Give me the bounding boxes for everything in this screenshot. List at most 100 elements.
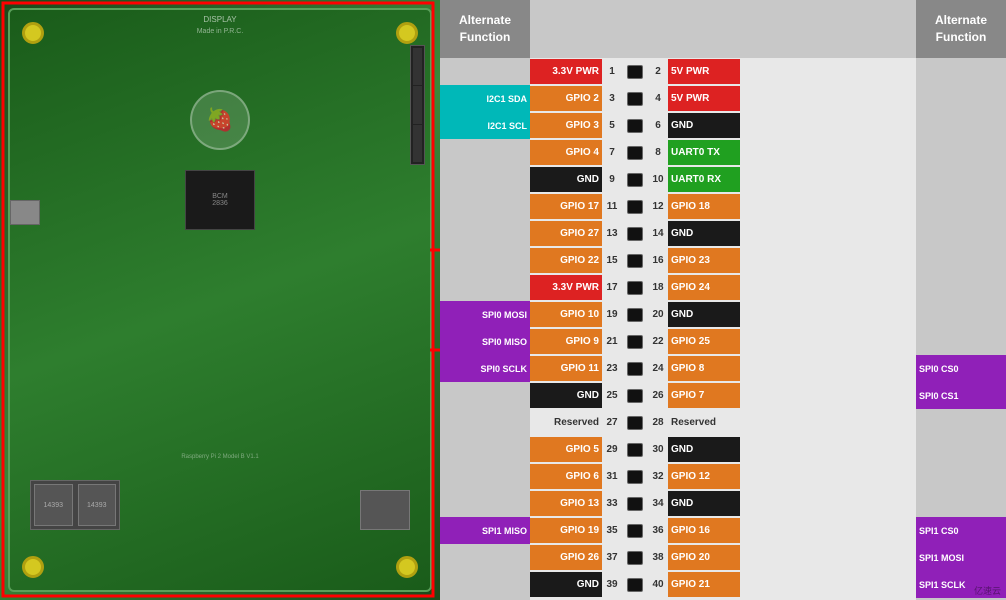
gpio-row: GPIO 2345V PWR [530, 85, 916, 112]
pin-number-left: 37 [603, 552, 621, 563]
gpio-left-label: GPIO 27 [530, 221, 602, 246]
gpio-left-label: GPIO 6 [530, 464, 602, 489]
gpio-main-diagram: 3.3V PWR125V PWRGPIO 2345V PWRGPIO 356GN… [530, 0, 916, 600]
alt-func-left-cell [440, 436, 530, 463]
pin-connector [621, 571, 649, 598]
gpio-row: GPIO 263738GPIO 20 [530, 544, 916, 571]
pin-number-left: 11 [603, 201, 621, 212]
gpio-right-label: GPIO 25 [668, 329, 740, 354]
pin-number-right: 32 [649, 471, 667, 482]
pin-connector [621, 85, 649, 112]
pin-connector [621, 490, 649, 517]
pin-number-right: 10 [649, 174, 667, 185]
pin-number-left: 9 [603, 174, 621, 185]
gpio-row: GPIO 529 30GND [530, 436, 916, 463]
gpio-right-label: GND [668, 302, 740, 327]
gpio-left-label: GPIO 5 [530, 437, 602, 462]
gpio-right-label: 5V PWR [668, 86, 740, 111]
pin-connector [621, 436, 649, 463]
alt-func-left-cell [440, 409, 530, 436]
board-section: DISPLAY Made in P.R.C. 🍓 BCM2836 14393 1… [0, 0, 440, 600]
gpio-left-label: GPIO 19 [530, 518, 602, 543]
alt-func-left-cell [440, 58, 530, 85]
gpio-right-label: GPIO 24 [668, 275, 740, 300]
gpio-right-label: GPIO 21 [668, 572, 740, 597]
pin-number-right: 22 [649, 336, 667, 347]
gpio-left-label: GPIO 26 [530, 545, 602, 570]
pin-connector [621, 544, 649, 571]
alt-func-left-cell: I2C1 SCL [440, 112, 530, 139]
alt-func-left-cell: I2C1 SDA [440, 85, 530, 112]
pin-number-right: 2 [649, 66, 667, 77]
pin-connector [621, 328, 649, 355]
pin-number-right: 30 [649, 444, 667, 455]
gpio-row: GPIO 133334GND [530, 490, 916, 517]
pin-number-right: 40 [649, 579, 667, 590]
pin-number-left: 15 [603, 255, 621, 266]
gpio-right-label: GND [668, 437, 740, 462]
gpio-container: Alternate Function I2C1 SDAI2C1 SCLSPI0 … [440, 0, 1006, 600]
gpio-left-label: GPIO 9 [530, 329, 602, 354]
pin-connector [621, 274, 649, 301]
pin-number-right: 14 [649, 228, 667, 239]
pin-number-right: 16 [649, 255, 667, 266]
watermark: 亿速云 [974, 584, 1001, 597]
alt-func-right-cell [916, 328, 1006, 355]
gpio-left-label: 3.3V PWR [530, 59, 602, 84]
alt-func-left-cell [440, 274, 530, 301]
pin-number-left: 7 [603, 147, 621, 158]
pin-connector [621, 517, 649, 544]
alt-func-left-cell: SPI0 SCLK [440, 355, 530, 382]
alt-func-right-cell [916, 274, 1006, 301]
alt-func-left-cell: SPI0 MOSI [440, 301, 530, 328]
alt-func-right-cell [916, 490, 1006, 517]
pin-number-left: 19 [603, 309, 621, 320]
alt-func-left-column: Alternate Function I2C1 SDAI2C1 SCLSPI0 … [440, 0, 530, 600]
alt-func-right-cell [916, 436, 1006, 463]
pin-number-left: 17 [603, 282, 621, 293]
pin-dot [627, 416, 643, 430]
gpio-left-label: GND [530, 572, 602, 597]
alt-func-left-cell [440, 544, 530, 571]
gpio-row: GND3940GPIO 21 [530, 571, 916, 598]
pin-connector [621, 220, 649, 247]
pin-dot [627, 497, 643, 511]
gpio-row: 3.3V PWR125V PWR [530, 58, 916, 85]
pin-number-left: 21 [603, 336, 621, 347]
pin-connector [621, 112, 649, 139]
pin-number-right: 20 [649, 309, 667, 320]
pin-number-right: 38 [649, 552, 667, 563]
alt-func-right-cell: SPI0 CS1 [916, 382, 1006, 409]
pin-dot [627, 146, 643, 160]
pin-connector [621, 301, 649, 328]
alt-func-left-cell [440, 571, 530, 598]
gpio-left-label: Reserved [530, 410, 602, 435]
gpio-row: GND910UART0 RX [530, 166, 916, 193]
pin-number-left: 13 [603, 228, 621, 239]
gpio-row: GPIO 193536GPIO 16 [530, 517, 916, 544]
gpio-right-label: GPIO 18 [668, 194, 740, 219]
alt-func-right-cell: SPI1 CS0 [916, 517, 1006, 544]
alt-func-right-cell [916, 139, 1006, 166]
alt-func-left-cell [440, 382, 530, 409]
pin-number-right: 4 [649, 93, 667, 104]
gpio-row: Reserved2728Reserved [530, 409, 916, 436]
pin-dot [627, 524, 643, 538]
alt-func-left-cell: SPI1 MISO [440, 517, 530, 544]
pin-number-right: 28 [649, 417, 667, 428]
pin-number-right: 8 [649, 147, 667, 158]
gpio-right-label: Reserved [668, 410, 740, 435]
pin-dot [627, 92, 643, 106]
gpio-row: GPIO 112324GPIO 8 [530, 355, 916, 382]
gpio-right-label: GPIO 12 [668, 464, 740, 489]
pin-number-right: 6 [649, 120, 667, 131]
pin-number-left: 35 [603, 525, 621, 536]
pin-dot [627, 281, 643, 295]
pin-number-right: 34 [649, 498, 667, 509]
alt-func-right-cell [916, 58, 1006, 85]
pin-connector [621, 382, 649, 409]
pin-number-left: 29 [603, 444, 621, 455]
pin-connector [621, 166, 649, 193]
pin-number-right: 12 [649, 201, 667, 212]
pin-dot [627, 65, 643, 79]
